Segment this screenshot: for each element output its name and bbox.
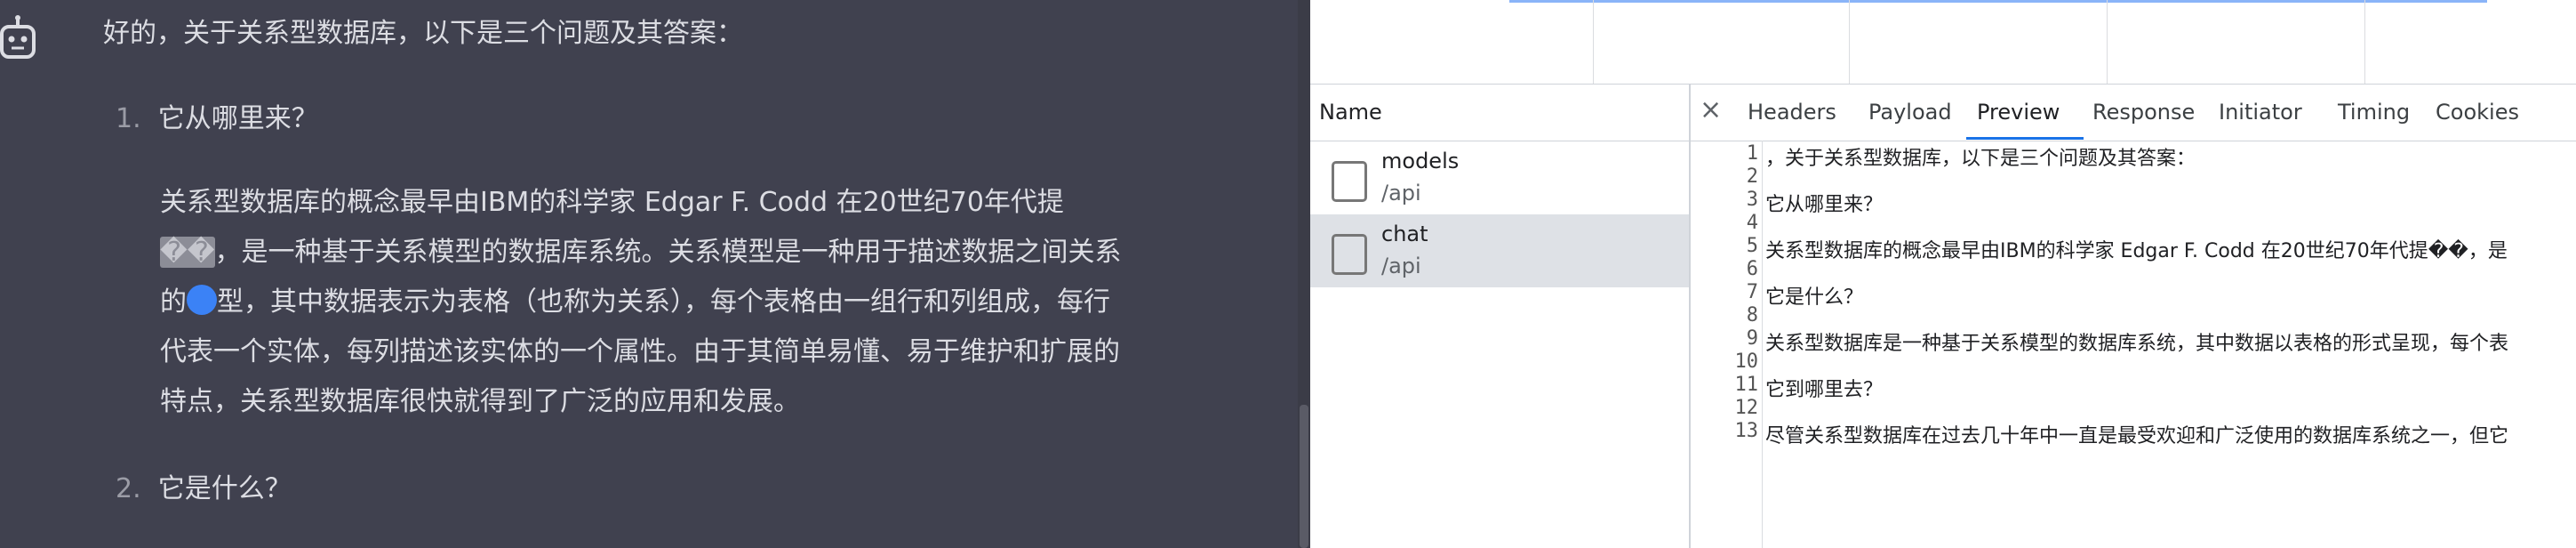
timeline-bar [1509, 0, 2487, 3]
preview-line: ，关于关系型数据库，以下是三个问题及其答案： [1765, 148, 2196, 170]
line-number: 10 [1734, 351, 1759, 373]
request-path: /api [1381, 254, 1421, 278]
tab-initiator[interactable]: Initiator [2219, 100, 2302, 125]
robot-icon [0, 14, 39, 60]
tab-cookies[interactable]: Cookies [2436, 100, 2519, 125]
preview-line: 它从哪里来？ [1765, 194, 1884, 216]
paragraph-line: ��，是一种基于关系模型的数据库系统。关系模型是一种用于描述数据之间关系 [160, 237, 1122, 268]
answer-paragraph: 关系型数据库的概念最早由IBM的科学家 Edgar F. Codd 在20世纪7… [160, 178, 1200, 427]
preview-line: 它是什么？ [1765, 286, 1864, 309]
scrollbar-thumb[interactable] [1300, 405, 1308, 548]
assistant-message-intro: 好的，关于关系型数据库，以下是三个问题及其答案： [103, 18, 743, 49]
tab-preview[interactable]: Preview [1977, 100, 2060, 125]
active-tab-indicator [1966, 137, 2084, 140]
line-number: 3 [1746, 189, 1758, 211]
request-list: Name models /api chat /api [1310, 84, 1691, 548]
request-row-models[interactable]: models /api [1310, 141, 1689, 214]
tab-payload[interactable]: Payload [1868, 100, 1952, 125]
line-number: 4 [1746, 212, 1758, 234]
detail-tabs: × Headers Payload Preview Response Initi… [1691, 84, 2576, 141]
line-number: 5 [1746, 235, 1758, 257]
line-number: 11 [1734, 374, 1759, 396]
line-number: 12 [1734, 397, 1759, 419]
question-text: 它从哪里来？ [157, 103, 318, 134]
list-item-q1: 1. 它从哪里来？ [116, 94, 318, 144]
close-icon[interactable]: × [1700, 94, 1722, 125]
list-number: 2. [116, 473, 141, 504]
preview-line: 它到哪里去？ [1765, 379, 1884, 401]
request-row-chat[interactable]: chat /api [1310, 214, 1689, 287]
sticker-icon [187, 284, 217, 315]
request-detail: × Headers Payload Preview Response Initi… [1691, 84, 2576, 548]
line-number: 13 [1734, 420, 1759, 442]
timeline-divider [1593, 0, 1594, 84]
timeline-divider [2107, 0, 2108, 84]
request-path: /api [1381, 181, 1421, 206]
question-text: 它是什么？ [157, 473, 292, 504]
name-column-header[interactable]: Name [1310, 84, 1689, 141]
line-number: 2 [1746, 165, 1758, 188]
paragraph-line: 关系型数据库的概念最早由IBM的科学家 Edgar F. Codd 在20世纪7… [160, 187, 1064, 218]
preview-line: 尽管关系型数据库在过去几十年中一直是最受欢迎和广泛使用的数据库系统之一，但它 [1765, 425, 2509, 447]
line-number: 9 [1746, 327, 1758, 350]
checkbox-icon [1332, 234, 1367, 275]
network-timeline[interactable] [1310, 0, 2576, 85]
devtools-network-panel: Name models /api chat /api × Headers Pay… [1310, 0, 2576, 548]
paragraph-line: 的型，其中数据表示为表格（也称为关系），每个表格由一组行和列组成，每行 [160, 278, 1200, 327]
tab-timing[interactable]: Timing [2338, 100, 2410, 125]
chat-pane: 好的，关于关系型数据库，以下是三个问题及其答案： 1. 它从哪里来？ 关系型数据… [0, 0, 1310, 548]
timeline-divider [2364, 0, 2365, 84]
line-number-gutter: 1 2 3 4 5 6 7 8 9 10 11 12 13 [1691, 141, 1763, 548]
checkbox-icon [1332, 161, 1367, 202]
line-number: 8 [1746, 304, 1758, 326]
preview-line: 关系型数据库是一种基于关系模型的数据库系统，其中数据以表格的形式呈现，每个表 [1765, 333, 2509, 355]
paragraph-line: 特点，关系型数据库很快就得到了广泛的应用和发展。 [160, 386, 800, 417]
list-number: 1. [116, 103, 141, 134]
line-number: 6 [1746, 258, 1758, 280]
line-number: 7 [1746, 281, 1758, 303]
tab-headers[interactable]: Headers [1748, 100, 1836, 125]
request-name: models [1381, 149, 1460, 173]
preview-line: 关系型数据库的概念最早由IBM的科学家 Edgar F. Codd 在20世纪7… [1765, 240, 2508, 262]
timeline-divider [1849, 0, 1850, 84]
list-item-q2: 2. 它是什么？ [116, 464, 292, 514]
paragraph-line: 代表一个实体，每列描述该实体的一个属性。由于其简单易懂、易于维护和扩展的 [160, 336, 1120, 367]
garbled-text: �� [160, 237, 215, 268]
request-name: chat [1381, 222, 1428, 246]
line-number: 1 [1746, 142, 1758, 165]
tab-response[interactable]: Response [2092, 100, 2195, 125]
